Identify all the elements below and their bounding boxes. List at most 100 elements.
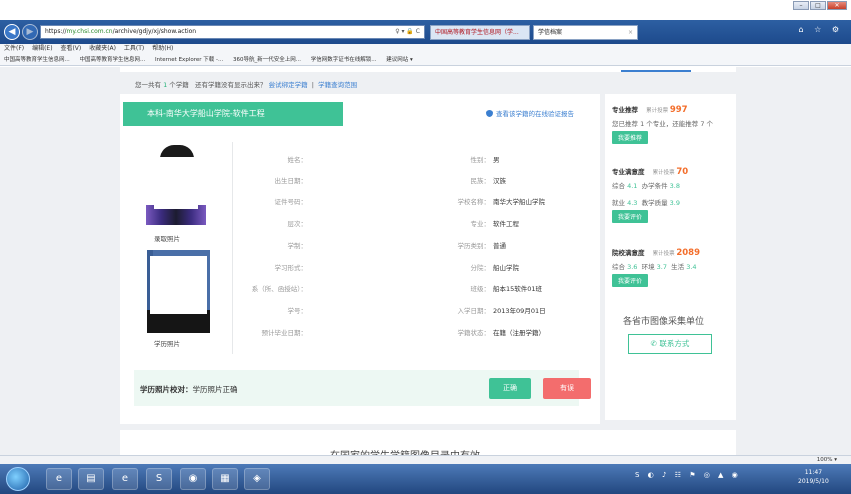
separator: | <box>311 81 314 89</box>
score-value: 3.6 <box>627 263 638 271</box>
start-button[interactable] <box>6 467 30 491</box>
vote-number: 997 <box>669 105 688 115</box>
vote-number: 2089 <box>676 248 701 258</box>
url-path: /archive/gdjy/xj/show.action <box>112 28 197 35</box>
score-label: 环境 <box>641 263 655 271</box>
score-label: 教学质量 <box>641 199 668 207</box>
score-value: 3.4 <box>686 263 697 271</box>
photo-mask <box>154 157 198 209</box>
chevron-down-icon: ▾ <box>834 457 837 463</box>
home-star-gear-icons[interactable]: ⌂ ☆ ⚙ <box>798 25 843 34</box>
favorites-bar: 中国高等教育学生信息网... 中国高等教育学生信息网... Internet E… <box>0 54 851 66</box>
record-header: 本科-南华大学船山学院-软件工程 <box>123 102 343 126</box>
image-taskbar-icon[interactable]: ▦ <box>212 468 238 490</box>
minimize-button[interactable]: – <box>793 1 809 10</box>
score-label: 办学条件 <box>641 182 668 190</box>
taskbar: e ▤ e S ◉ ▦ ◈ S ◐ ♪ ☷ ⚑ ◎ ▲ ◉ 11:47 2019/… <box>0 464 851 494</box>
recommend-button[interactable]: 我要推荐 <box>612 131 649 144</box>
score-label: 就业 <box>612 199 625 207</box>
vote-count: 累计投票 997 <box>646 105 688 115</box>
score-value: 3.7 <box>656 263 667 271</box>
tray-icons[interactable]: S ◐ ♪ ☷ ⚑ ◎ ▲ ◉ <box>635 471 741 479</box>
browser-taskbar-icon[interactable]: e <box>112 468 138 490</box>
field-value-class: 船本15软件01班 <box>493 285 543 293</box>
recommend-status: 您已推荐 1 个专业，还能推荐 7 个 <box>612 120 714 128</box>
back-button[interactable]: ◀ <box>4 24 20 40</box>
contact-label: 联系方式 <box>659 339 690 348</box>
bottom-text: 在国家的学生学籍图像目录中有效 <box>330 447 480 455</box>
zoom-control[interactable]: 100% ▾ <box>817 456 837 464</box>
clock[interactable]: 11:47 2019/5/10 <box>798 468 829 486</box>
contact-button[interactable]: ✆ 联系方式 <box>628 334 712 354</box>
field-label-name: 姓名： <box>287 156 308 164</box>
count-line: 您一共有 1 个学籍 还有学籍没有显示出来？ 尝试绑定学籍 | 学籍查询范围 <box>135 79 357 89</box>
field-label-birth: 出生日期： <box>274 177 308 185</box>
error-button[interactable]: 有误 <box>543 378 591 399</box>
menu-bar: 文件(F) 编辑(E) 查看(V) 收藏夹(A) 工具(T) 帮助(H) <box>0 44 851 54</box>
vote-label: 累计投票 <box>646 108 669 114</box>
chrome-taskbar-icon[interactable]: ◉ <box>180 468 206 490</box>
vote-count: 累计投票 70 <box>652 167 689 177</box>
url-prefix: https:// <box>45 28 67 35</box>
page-viewport: 您一共有 1 个学籍 还有学籍没有显示出来？ 尝试绑定学籍 | 学籍查询范围 本… <box>0 67 851 455</box>
photo-correction-bar: 学历照片校对：学历照片正确 正确 有误 <box>134 370 591 406</box>
menu-help[interactable]: 帮助(H) <box>152 45 173 52</box>
sidebar: 专业推荐 累计投票 997 您已推荐 1 个专业，还能推荐 7 个 我要推荐 专… <box>605 94 736 420</box>
app-taskbar-icon[interactable]: ◈ <box>244 468 270 490</box>
fav-item[interactable]: 中国高等教育学生信息网... <box>80 57 146 63</box>
fav-item[interactable]: Internet Explorer 下载 -... <box>155 57 223 63</box>
tab-chsi[interactable]: 中国高等教育学生信息网（学... <box>430 25 530 40</box>
fav-item[interactable]: 建议网站 ▾ <box>386 57 413 63</box>
rate-major-button[interactable]: 我要评价 <box>612 210 649 223</box>
admission-photo-caption: 录取照片 <box>154 235 180 243</box>
verify-link[interactable]: 查看该学籍的在线验证报告 <box>486 108 574 118</box>
menu-view[interactable]: 查看(V) <box>60 45 81 52</box>
vote-count: 累计投票 2089 <box>653 248 701 258</box>
menu-favorites[interactable]: 收藏夹(A) <box>89 45 116 52</box>
score-value: 3.8 <box>669 182 680 190</box>
top-strip <box>120 67 736 72</box>
field-label-id: 证件号码： <box>274 198 308 206</box>
close-button[interactable]: ✕ <box>827 1 847 10</box>
score-value: 4.3 <box>627 199 638 207</box>
explorer-taskbar-icon[interactable]: ▤ <box>78 468 104 490</box>
field-value-status: 在籍（注册学籍） <box>493 329 545 337</box>
address-bar[interactable]: https://my.chsi.com.cn/archive/gdjy/xj/s… <box>40 25 425 39</box>
clock-time: 11:47 <box>804 469 823 476</box>
score-label: 综合 <box>612 182 625 190</box>
field-label-duration: 学制： <box>287 242 308 250</box>
field-label-type: 学历类别： <box>457 242 491 250</box>
query-scope-link[interactable]: 学籍查询范围 <box>318 81 357 89</box>
score-line: 就业 4.3 教学质量 3.9 <box>612 197 688 207</box>
correction-text: 学历照片校对：学历照片正确 <box>140 384 238 395</box>
correct-button[interactable]: 正确 <box>489 378 531 399</box>
vote-label: 累计投票 <box>652 170 675 176</box>
rate-school-button[interactable]: 我要评价 <box>612 274 649 287</box>
window-controls: – □ ✕ <box>793 1 847 10</box>
field-label-stuid: 学号： <box>287 307 308 315</box>
field-label-dept: 系（所、函授站）： <box>251 285 307 293</box>
bind-record-link[interactable]: 尝试绑定学籍 <box>269 81 308 89</box>
correction-label: 学历照片校对： <box>140 385 193 394</box>
bottom-card: 在国家的学生学籍图像目录中有效 <box>120 430 736 455</box>
maximize-button[interactable]: □ <box>810 1 826 10</box>
tab-archive[interactable]: 学信档案 × <box>533 25 638 40</box>
degree-photo-caption: 学历照片 <box>154 340 180 348</box>
tab-close-icon[interactable]: × <box>628 26 633 39</box>
ie-taskbar-icon[interactable]: e <box>46 468 72 490</box>
fav-item[interactable]: 中国高等教育学生信息网... <box>4 57 70 63</box>
menu-edit[interactable]: 编辑(E) <box>32 45 52 52</box>
field-value-gender: 男 <box>493 156 500 164</box>
menu-tools[interactable]: 工具(T) <box>124 45 144 52</box>
fav-item[interactable]: 学信网数字证书在线解锁... <box>311 57 377 63</box>
field-label-branch: 分院： <box>470 264 491 272</box>
forward-button[interactable]: ▶ <box>22 24 38 40</box>
clock-date: 2019/5/10 <box>798 478 829 485</box>
sogou-taskbar-icon[interactable]: S <box>146 468 172 490</box>
menu-file[interactable]: 文件(F) <box>4 45 24 52</box>
admission-photo <box>146 145 206 225</box>
fav-item[interactable]: 360导航_新一代安全上网... <box>233 57 301 63</box>
url-controls: ♀ ▾ 🔒 C <box>395 28 420 35</box>
tab-indicator <box>621 70 691 72</box>
title-bar: – □ ✕ <box>0 0 851 20</box>
